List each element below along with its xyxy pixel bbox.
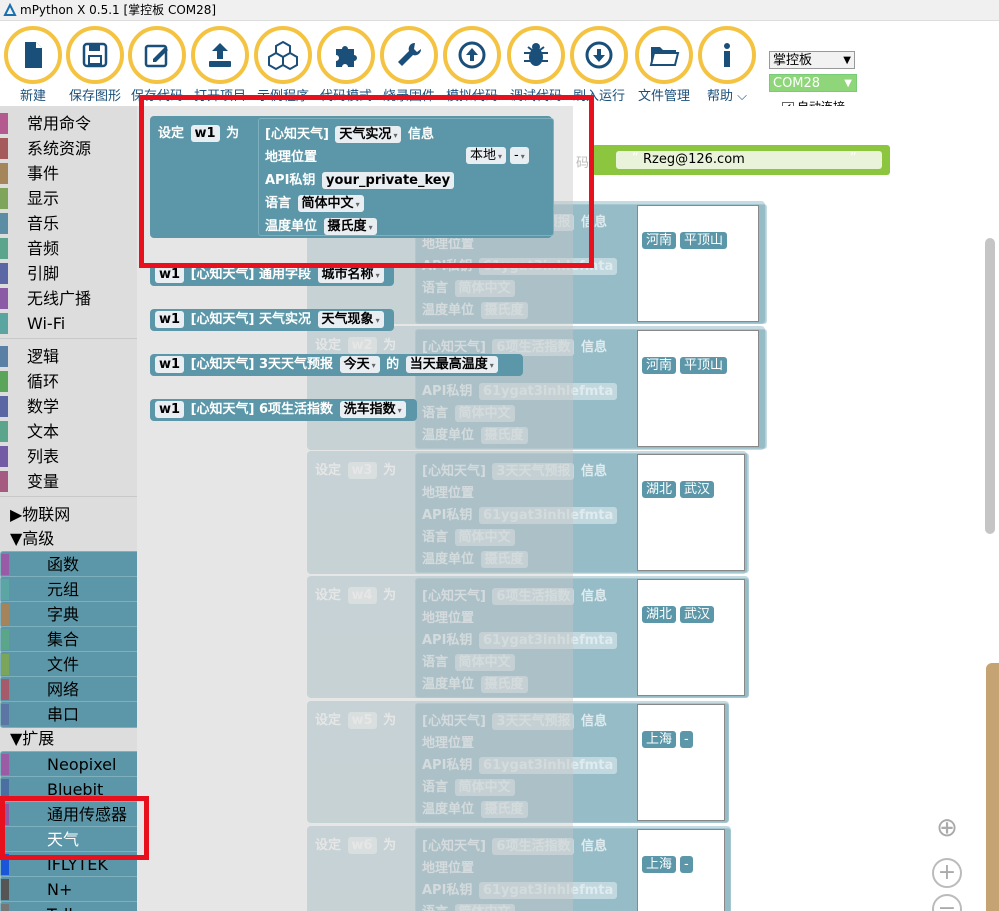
sidebar-item-set[interactable]: 集合 [0,626,137,653]
location-input-w3[interactable]: 湖北 武汉 [637,454,745,571]
highlight-box [0,796,149,860]
weather-field-block-now[interactable]: w1 [心知天气] 天气实况 天气现象 ▾ [150,309,394,331]
sidebar-item-common[interactable]: 常用命令 [0,111,137,136]
board-select[interactable]: 掌控板 ▼ [769,51,855,69]
location-input-w6[interactable]: 上海 - [637,829,725,911]
window-title: mPython X 0.5.1 [掌控板 COM28] [20,3,217,17]
sidebar-item-neopixel[interactable]: Neopixel [0,751,137,778]
location-input-w2[interactable]: 河南 平顶山 [637,205,759,322]
sidebar-item-display[interactable]: 显示 [0,186,137,211]
bug-icon [524,43,548,66]
flash-firmware-button[interactable]: 烧录固件 [378,24,440,104]
sidebar-item-file[interactable]: 文件 [0,651,137,678]
port-select[interactable]: COM28 ▼ [769,74,857,92]
examples-button[interactable]: 示例程序 [252,24,314,104]
location-input-w5[interactable]: 上海 - [637,704,725,821]
zoom-out-icon[interactable]: − [932,894,962,911]
app-logo-icon [3,3,17,16]
folder-icon [649,47,680,66]
weather-field-block-forecast[interactable]: w1 [心知天气] 3天天气预报 今天 ▾ 的 当天最高温度 ▾ [150,354,523,376]
sidebar-item-system[interactable]: 系统资源 [0,136,137,161]
save-graphic-button[interactable]: 保存图形 [64,24,126,104]
sidebar-item-lists[interactable]: 列表 [0,444,137,469]
flash-run-button[interactable]: 刷入运行 [568,24,630,104]
sidebar-item-iot[interactable]: ▶物联网 [0,502,137,527]
arrow-down-circle-icon [585,41,613,69]
location-input-w4[interactable]: 湖北 武汉 [637,579,745,696]
save-code-button[interactable]: 保存代码 [126,24,188,104]
side-panel-tab[interactable] [986,663,999,911]
sidebar-item-tello[interactable]: Tello [0,901,137,911]
simulate-button[interactable]: 模拟代码 [441,24,503,104]
new-button[interactable]: 新建 [2,24,64,104]
help-label: 帮助 ⌵ [707,89,747,104]
sidebar-item-network[interactable]: 网络 [0,676,137,703]
save-icon [82,42,108,68]
sidebar-item-math[interactable]: 数学 [0,394,137,419]
code-mode-button[interactable]: 代码模式 [315,24,377,104]
sidebar-item-radio[interactable]: 无线广播 [0,286,137,311]
location-input-w2b[interactable]: 河南 平顶山 [637,330,759,447]
toolbar: 新建 保存图形 保存代码 打开项目 示例程序 代码模式 烧录固件 模拟代码 调试… [0,21,999,114]
file-manager-button[interactable]: 文件管理 [633,24,695,104]
upload-icon [209,43,231,67]
arrow-up-circle-icon [458,41,486,69]
sidebar-item-dict[interactable]: 字典 [0,601,137,628]
edit-icon [144,44,168,68]
zoom-in-icon[interactable]: + [932,858,962,888]
info-icon [724,43,730,67]
category-sidebar: 常用命令 系统资源 事件 显示 音乐 音频 引脚 无线广播 Wi-Fi 逻辑 循… [0,106,137,911]
sidebar-item-advanced[interactable]: ▼高级 [0,526,137,551]
sidebar-item-events[interactable]: 事件 [0,161,137,186]
sidebar-item-logic[interactable]: 逻辑 [0,344,137,369]
wrench-icon [398,42,422,66]
help-button[interactable]: 帮助 ⌵ [696,24,758,104]
email-value[interactable]: Rzeg@126.com [639,151,749,168]
weather-field-block-life[interactable]: w1 [心知天气] 6项生活指数 洗车指数 ▾ [150,399,417,421]
puzzle-icon [336,46,357,67]
cubes-icon [268,40,298,71]
sidebar-item-text[interactable]: 文本 [0,419,137,444]
sidebar-item-tuples[interactable]: 元组 [0,576,137,603]
sidebar-item-variables[interactable]: 变量 [0,469,137,494]
text-block[interactable]: 码 “ Rzeg@126.com ” [576,145,890,175]
debug-button[interactable]: 调试代码 [505,24,567,104]
sidebar-item-extensions[interactable]: ▼扩展 [0,726,137,751]
workspace-scrollbar[interactable] [985,238,995,534]
highlight-box [139,95,594,268]
sidebar-item-wifi[interactable]: Wi-Fi [0,311,137,336]
divider [0,496,137,497]
title-bar: mPython X 0.5.1 [掌控板 COM28] [0,0,999,21]
divider [0,338,137,339]
sidebar-item-functions[interactable]: 函数 [0,551,137,578]
sidebar-item-loops[interactable]: 循环 [0,369,137,394]
sidebar-item-music[interactable]: 音乐 [0,211,137,236]
recenter-icon[interactable]: ⊕ [932,815,962,846]
new-file-icon [25,42,42,68]
sidebar-item-pins[interactable]: 引脚 [0,261,137,286]
chevron-down-icon: ▼ [843,55,851,66]
sidebar-item-nplus[interactable]: N+ [0,876,137,903]
sidebar-item-audio[interactable]: 音频 [0,236,137,261]
open-project-button[interactable]: 打开项目 [189,24,251,104]
sidebar-item-serial[interactable]: 串口 [0,701,137,728]
chevron-down-icon: ▼ [844,78,852,89]
